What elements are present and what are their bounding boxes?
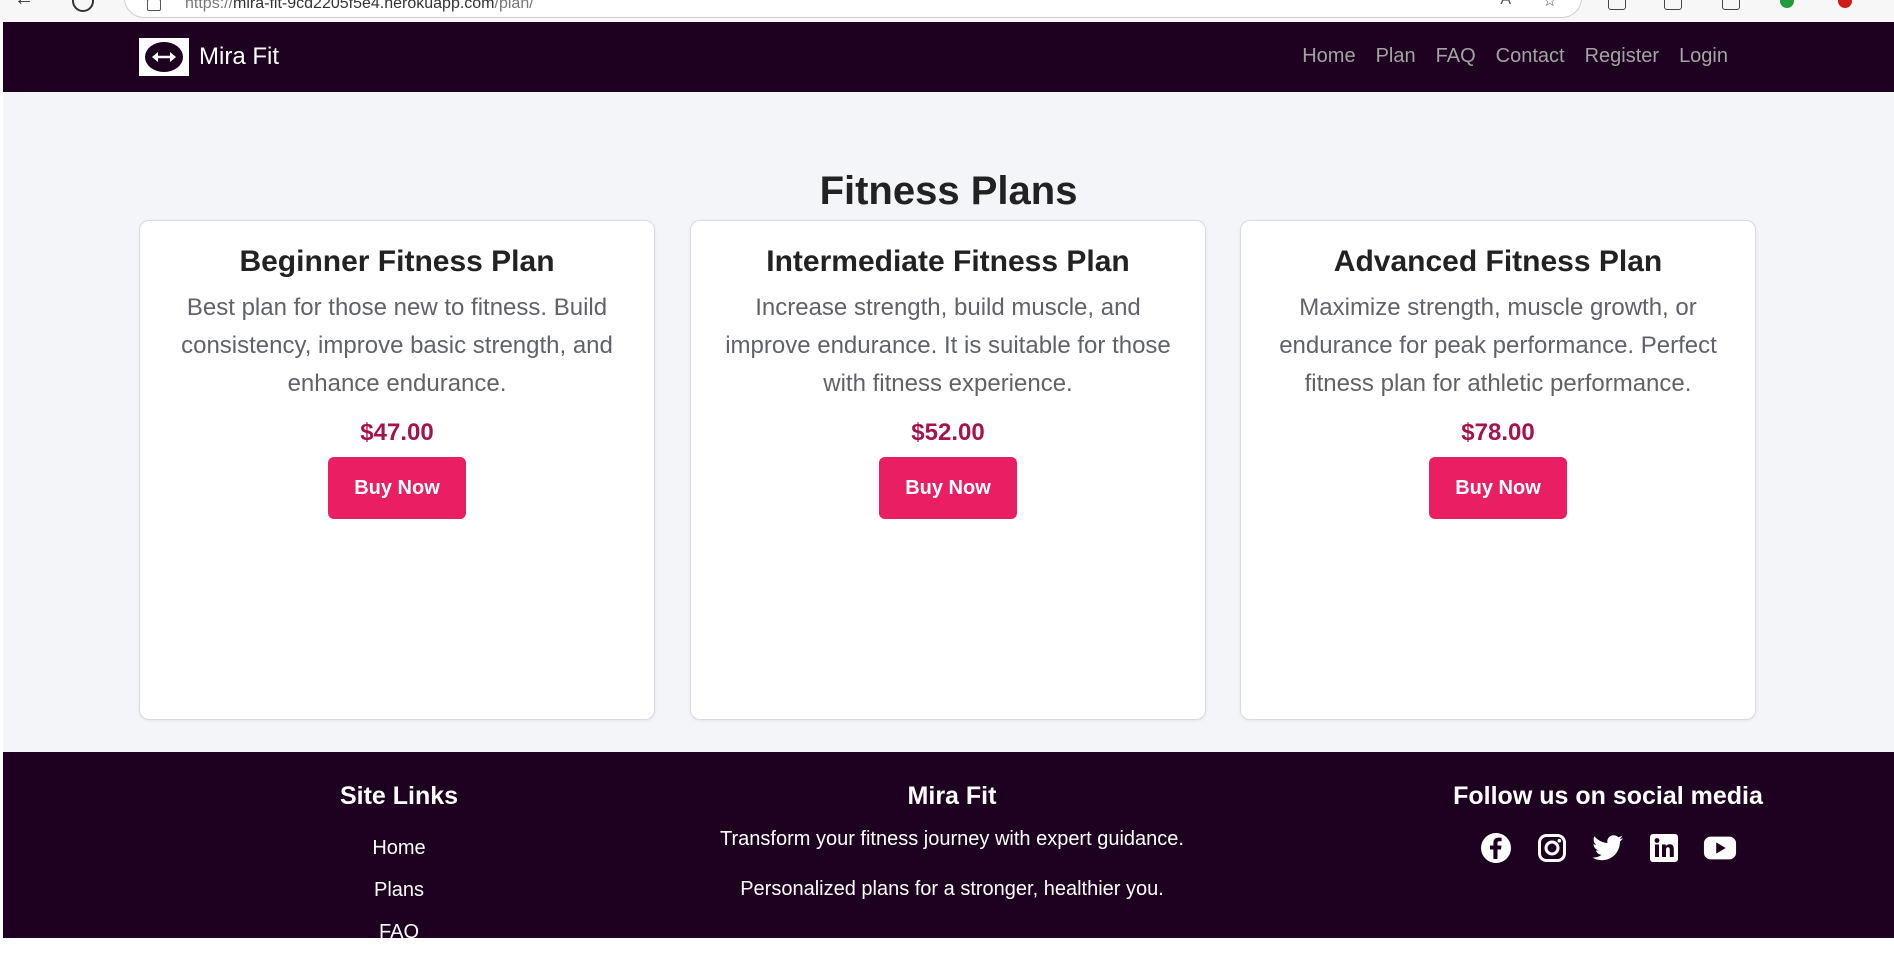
footer-link-plans[interactable]: Plans bbox=[303, 869, 495, 911]
footer-site-links: Site Links Home Plans FAQ bbox=[303, 782, 495, 953]
page-title: Fitness Plans bbox=[819, 168, 1078, 213]
top-navbar: Mira Fit Home Plan FAQ Contact Register … bbox=[3, 22, 1894, 92]
facebook-icon[interactable] bbox=[1479, 831, 1513, 865]
buy-now-button[interactable]: Buy Now bbox=[879, 457, 1017, 519]
plan-title: Intermediate Fitness Plan bbox=[766, 245, 1130, 278]
site-info-icon[interactable] bbox=[147, 0, 161, 11]
back-icon[interactable]: ← bbox=[14, 0, 34, 11]
plan-price: $78.00 bbox=[1461, 419, 1535, 446]
footer-about-line: Transform your fitness journey with expe… bbox=[720, 828, 1184, 850]
footer-site-links-title: Site Links bbox=[339, 782, 459, 810]
nav-register[interactable]: Register bbox=[1585, 45, 1659, 68]
buy-now-button[interactable]: Buy Now bbox=[1429, 457, 1567, 519]
nav-home[interactable]: Home bbox=[1302, 45, 1355, 68]
plan-card-beginner: Beginner Fitness Plan Best plan for thos… bbox=[139, 220, 655, 720]
site-footer: Site Links Home Plans FAQ Mira Fit Trans… bbox=[3, 752, 1894, 943]
plan-price: $47.00 bbox=[360, 419, 434, 446]
nav-plan[interactable]: Plan bbox=[1376, 45, 1416, 68]
plan-card-intermediate: Intermediate Fitness Plan Increase stren… bbox=[690, 220, 1206, 720]
nav-contact[interactable]: Contact bbox=[1496, 45, 1565, 68]
favorites-list-icon[interactable] bbox=[1664, 0, 1682, 10]
footer-link-home[interactable]: Home bbox=[303, 827, 495, 869]
extension-green-icon[interactable] bbox=[1780, 0, 1794, 8]
nav-links: Home Plan FAQ Contact Register Login bbox=[1302, 45, 1728, 68]
footer-social-title: Follow us on social media bbox=[1453, 782, 1763, 810]
plan-description: Maximize strength, muscle growth, or end… bbox=[1279, 294, 1717, 397]
collections-icon[interactable] bbox=[1722, 0, 1740, 10]
address-bar[interactable]: https://mira-fit-9cd2205f5e4.herokuapp.c… bbox=[124, 0, 1582, 18]
extension-red-icon[interactable] bbox=[1838, 0, 1852, 8]
brand-name: Mira Fit bbox=[199, 43, 279, 70]
footer-link-faq[interactable]: FAQ bbox=[303, 911, 495, 953]
split-screen-icon[interactable] bbox=[1608, 0, 1626, 10]
instagram-icon[interactable] bbox=[1535, 831, 1569, 865]
linkedin-icon[interactable] bbox=[1647, 831, 1681, 865]
footer-social: Follow us on social media bbox=[1437, 782, 1779, 865]
reload-icon[interactable] bbox=[72, 0, 94, 12]
youtube-icon[interactable] bbox=[1703, 831, 1737, 865]
plan-price: $52.00 bbox=[911, 419, 985, 446]
plans-section: Fitness Plans Beginner Fitness Plan Best… bbox=[3, 92, 1894, 752]
buy-now-button[interactable]: Buy Now bbox=[328, 457, 466, 519]
read-aloud-icon[interactable]: A bbox=[1500, 0, 1511, 9]
plan-description: Best plan for those new to fitness. Buil… bbox=[181, 294, 613, 397]
footer-about: Mira Fit Transform your fitness journey … bbox=[671, 782, 1233, 903]
plan-description: Increase strength, build muscle, and imp… bbox=[725, 294, 1171, 397]
dumbbell-logo-icon bbox=[139, 38, 189, 76]
browser-toolbar: ← https://mira-fit-9cd2205f5e4.herokuapp… bbox=[0, 0, 1894, 22]
plan-title: Advanced Fitness Plan bbox=[1333, 245, 1663, 278]
address-bar-url: https://mira-fit-9cd2205f5e4.herokuapp.c… bbox=[185, 0, 534, 12]
nav-login[interactable]: Login bbox=[1679, 45, 1728, 68]
footer-about-line: Personalized plans for a stronger, healt… bbox=[740, 878, 1164, 900]
footer-about-title: Mira Fit bbox=[907, 782, 997, 810]
favorite-star-icon[interactable]: ☆ bbox=[1543, 0, 1557, 11]
twitter-icon[interactable] bbox=[1591, 831, 1625, 865]
plan-title: Beginner Fitness Plan bbox=[239, 245, 555, 278]
nav-faq[interactable]: FAQ bbox=[1436, 45, 1476, 68]
plan-card-advanced: Advanced Fitness Plan Maximize strength,… bbox=[1240, 220, 1756, 720]
brand-link[interactable]: Mira Fit bbox=[139, 38, 279, 76]
